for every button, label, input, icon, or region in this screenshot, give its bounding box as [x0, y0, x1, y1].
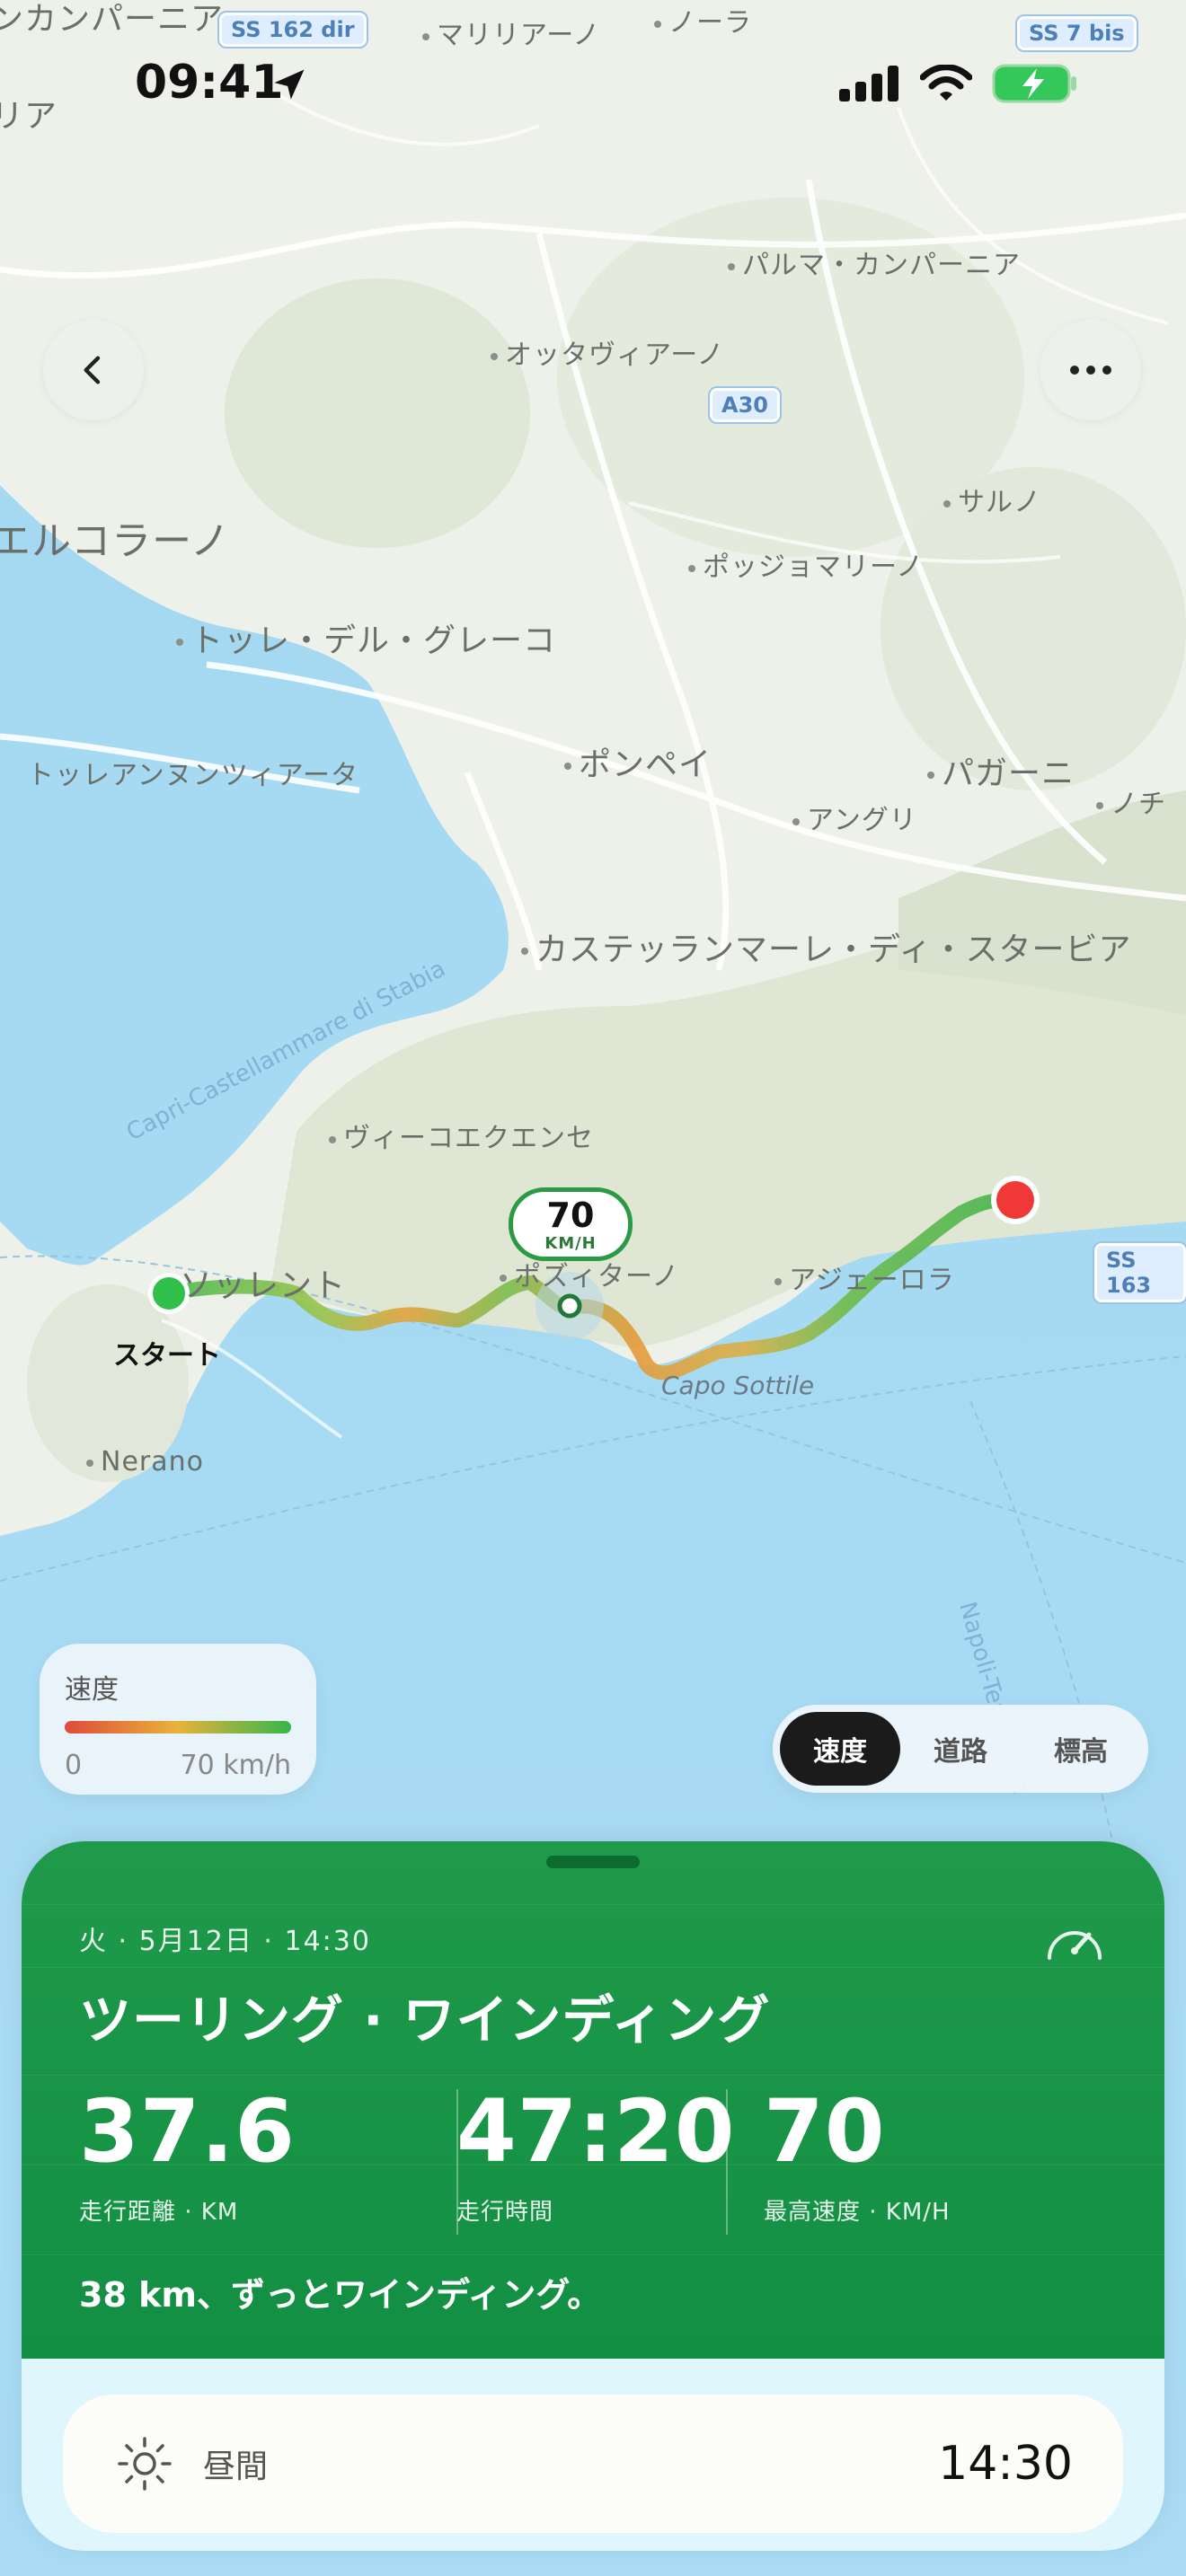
- map-label: トッレ・デル・グレーコ: [176, 614, 556, 661]
- road-shield: A30: [708, 386, 782, 424]
- ellipsis-icon: [1070, 366, 1111, 375]
- map-label: パルマ・カンパーニア: [728, 243, 1021, 282]
- map-label: マリリアーノ: [422, 13, 600, 52]
- map-label: Nerano: [86, 1446, 204, 1478]
- cellular-signal-icon: [839, 66, 898, 101]
- time-of-day-value: 14:30: [938, 2437, 1073, 2491]
- road-shield: SS 163: [1093, 1241, 1186, 1304]
- segment-road[interactable]: 道路: [900, 1712, 1021, 1786]
- legend-scale: 0 70 km/h: [65, 1750, 291, 1781]
- trip-summary-card: 火 · 5月12日 · 14:30 ツーリング · ワインディング 37.6 走…: [22, 1841, 1164, 2359]
- stat-duration: 47:20 走行時間: [456, 2082, 736, 2227]
- segment-elevation[interactable]: 標高: [1021, 1712, 1141, 1786]
- map-label: トッレアンヌンツィアータ: [27, 760, 358, 791]
- map-label: カステッランマーレ・ディ・スタービア: [521, 923, 1131, 970]
- legend-title: 速度: [65, 1674, 119, 1706]
- map-label: オッタヴィアーノ: [491, 332, 724, 372]
- stat-max-speed-label: 最高速度 · KM/H: [764, 2199, 951, 2226]
- cape-label: Capo Sottile: [661, 1371, 815, 1400]
- battery-charging-icon: [992, 64, 1076, 103]
- map-label: リア: [0, 98, 58, 135]
- status-time: 09:41: [135, 56, 284, 110]
- sheet-grabber[interactable]: [546, 1856, 640, 1868]
- trip-title: ツーリング · ワインディング: [79, 1989, 771, 2051]
- road-shield: SS 7 bis: [1015, 14, 1138, 52]
- speed-legend: 速度 0 70 km/h: [40, 1644, 316, 1795]
- map-label: ポンペイ: [564, 738, 712, 785]
- map-label: ノーラ: [654, 0, 752, 40]
- segment-speed[interactable]: 速度: [780, 1712, 900, 1786]
- stat-distance-label: 走行距離 · KM: [79, 2199, 239, 2226]
- more-button[interactable]: [1040, 320, 1141, 420]
- start-label: スタート: [113, 1340, 221, 1372]
- legend-min: 0: [65, 1750, 83, 1781]
- map-label: パガーニ: [927, 747, 1075, 794]
- stat-max-speed-value: 70: [764, 2081, 886, 2182]
- back-button[interactable]: [43, 320, 144, 420]
- legend-max: 70 km/h: [180, 1750, 291, 1781]
- map-label: ノチ: [1096, 781, 1166, 821]
- stat-divider: [726, 2089, 728, 2235]
- legend-gradient-bar: [65, 1721, 291, 1734]
- map-label: ンカンパーニア: [0, 1, 225, 38]
- speedometer-icon: [1048, 1931, 1102, 1960]
- map-label: ヴィーコエクエンセ: [329, 1116, 594, 1155]
- trip-bottom-sheet[interactable]: 火 · 5月12日 · 14:30 ツーリング · ワインディング 37.6 走…: [22, 1841, 1164, 2551]
- trip-description: 38 km、ずっとワインディング。: [79, 2275, 602, 2315]
- stat-max-speed: 70 最高速度 · KM/H: [764, 2082, 951, 2227]
- layer-segmented-control[interactable]: 速度 道路 標高: [773, 1705, 1148, 1793]
- map-label: サルノ: [943, 480, 1041, 519]
- stat-distance: 37.6 走行距離 · KM: [79, 2082, 296, 2227]
- map-label: エルコラーノ: [0, 518, 231, 564]
- time-of-day-label: 昼間: [203, 2448, 269, 2485]
- road-shield: SS 162 dir: [217, 11, 368, 49]
- map-label: アジェーロラ: [774, 1257, 955, 1297]
- stat-distance-value: 37.6: [79, 2081, 296, 2182]
- time-of-day-row[interactable]: 昼間 14:30: [63, 2395, 1123, 2533]
- callout-speed-value: 70: [546, 1195, 595, 1235]
- status-icons: [839, 63, 1078, 104]
- map-label: ポッジョマリーノ: [688, 544, 924, 584]
- location-arrow-icon: [274, 69, 305, 100]
- chevron-left-icon: [84, 356, 101, 384]
- stat-duration-value: 47:20: [456, 2081, 736, 2182]
- speed-callout[interactable]: 70 KM/H: [509, 1187, 633, 1261]
- callout-speed-unit: KM/H: [544, 1234, 597, 1253]
- trip-date: 火 · 5月12日 · 14:30: [79, 1926, 371, 1957]
- map-label: アングリ: [792, 798, 917, 837]
- stat-duration-label: 走行時間: [456, 2199, 554, 2226]
- wifi-icon: [920, 65, 972, 101]
- sun-icon: [118, 2437, 172, 2491]
- map-label: ソッレント: [180, 1267, 347, 1304]
